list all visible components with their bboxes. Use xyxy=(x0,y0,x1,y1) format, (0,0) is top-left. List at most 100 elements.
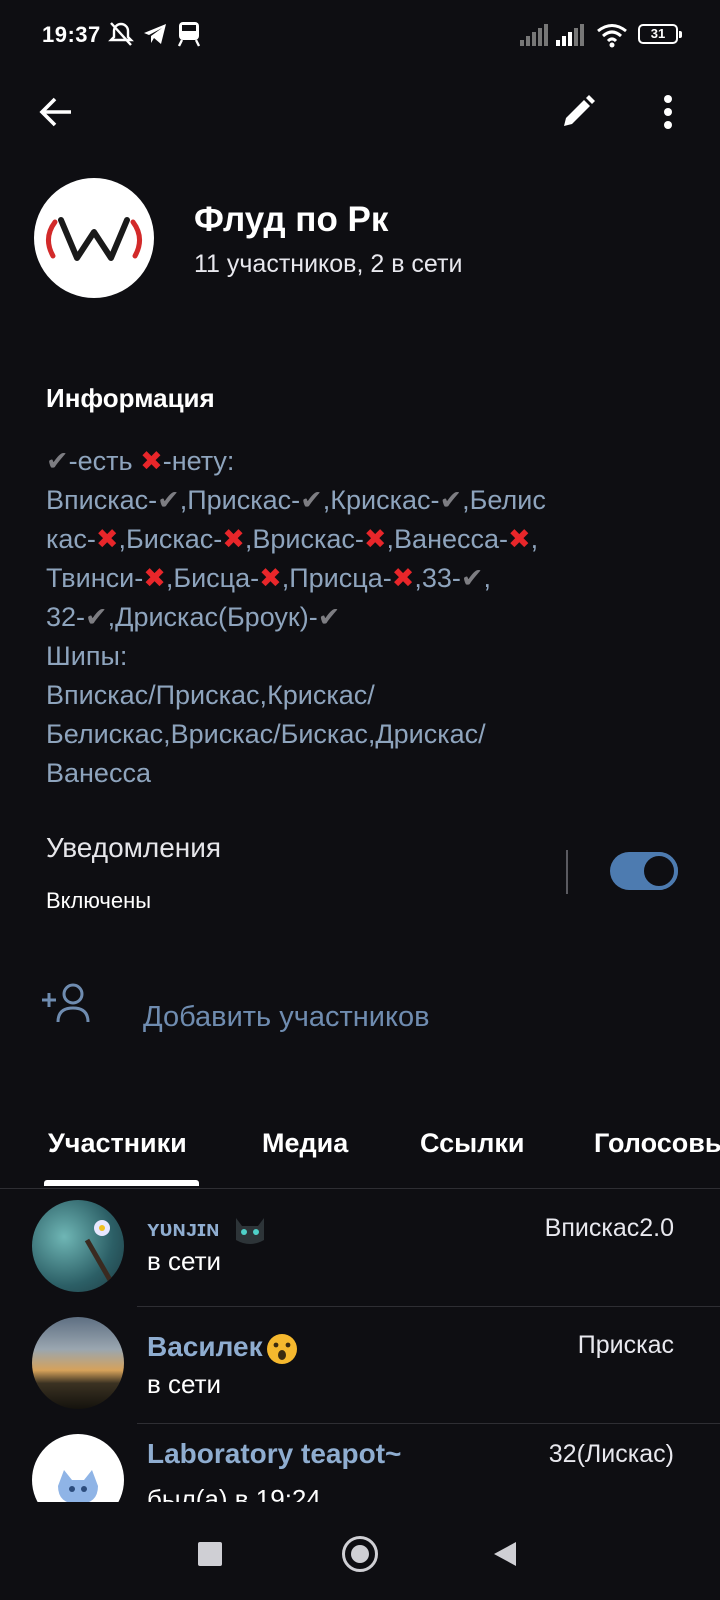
tab-links[interactable]: Ссылки xyxy=(420,1128,524,1159)
member-role: Прискас xyxy=(577,1331,674,1359)
battery-indicator: 31 xyxy=(638,24,682,44)
check-mark-icon: ✔ xyxy=(439,485,463,515)
check-mark-icon: ✔ xyxy=(460,563,484,593)
group-subtitle: 11 участников, 2 в сети xyxy=(194,250,463,278)
check-mark-icon: ✔ xyxy=(85,602,108,632)
info-text-segment: ,Белис xyxy=(462,485,546,515)
member-row-3[interactable]: Laboratory teapot~ был(а) в 19:24 32(Лис… xyxy=(0,1424,720,1504)
member-row-1[interactable]: ʏᴜɴᴊɪɴ в сети Впискас2.0 xyxy=(0,1190,720,1307)
group-logo-icon xyxy=(46,217,142,261)
group-avatar[interactable] xyxy=(34,178,154,298)
member-avatar xyxy=(32,1317,124,1409)
edit-button[interactable] xyxy=(552,86,604,138)
surprised-face-emoji xyxy=(265,1332,299,1366)
info-text-segment: -нету: xyxy=(162,446,235,476)
member-name: Laboratory teapot~ xyxy=(147,1438,402,1469)
info-text-segment: ,Присца- xyxy=(281,563,392,593)
info-line: Ванесса xyxy=(46,754,686,793)
tab-media[interactable]: Медиа xyxy=(262,1128,348,1159)
info-text-segment: Твинси- xyxy=(46,563,144,593)
check-mark-icon: ✔ xyxy=(317,602,341,632)
info-text-segment: ,Дрискас(Броук)- xyxy=(107,602,318,632)
info-text-segment: ,Ванесса- xyxy=(386,524,509,554)
tab-members[interactable]: Участники xyxy=(48,1128,187,1159)
info-text-segment: кас- xyxy=(46,524,96,554)
mute-alarm-icon xyxy=(108,20,134,53)
info-text-segment: ,33- xyxy=(414,563,461,593)
info-line: Твинси-✖,Бисца-✖,Присца-✖,33-✔, xyxy=(46,559,686,598)
info-text-segment: 32- xyxy=(46,602,86,632)
info-text-segment: ,Бискас- xyxy=(118,524,223,554)
more-vertical-icon xyxy=(664,95,672,129)
home-dot xyxy=(351,1545,369,1563)
check-mark-icon: ✔ xyxy=(46,446,69,476)
group-info-screen: 19:37 31 Флуд по Рк 11 участников, 2 в с… xyxy=(0,0,720,1600)
member-name: Василек xyxy=(147,1331,299,1366)
info-text-segment: Шипы: xyxy=(46,641,128,671)
pencil-icon xyxy=(564,95,595,126)
back-button[interactable] xyxy=(30,86,82,138)
cross-mark-icon: ✖ xyxy=(222,524,245,554)
cross-mark-icon: ✖ xyxy=(363,524,387,554)
member-status: в сети xyxy=(147,1369,222,1399)
cross-mark-icon: ✖ xyxy=(95,524,119,554)
signal-icon xyxy=(520,24,550,51)
notifications-label[interactable]: Уведомления xyxy=(46,832,221,864)
member-row-2[interactable]: Василек в сети Прискас xyxy=(0,1307,720,1424)
member-avatar xyxy=(32,1200,124,1292)
info-text-segment: ,Крискас- xyxy=(322,485,440,515)
home-button[interactable] xyxy=(342,1536,378,1572)
train-icon xyxy=(176,20,202,53)
info-text-segment: Впискас- xyxy=(46,485,158,515)
toggle-knob xyxy=(640,852,678,890)
tab-voice[interactable]: Голосовые xyxy=(594,1128,720,1159)
member-role: Впискас2.0 xyxy=(544,1214,674,1242)
info-heading: Информация xyxy=(46,383,215,413)
back-nav-button[interactable] xyxy=(492,1540,518,1568)
tabs-divider xyxy=(0,1188,720,1189)
more-button[interactable] xyxy=(648,86,688,138)
system-nav-bar xyxy=(0,1502,720,1600)
group-title: Флуд по Рк xyxy=(194,200,389,239)
info-line: 32-✔,Дрискас(Броук)-✔ xyxy=(46,598,686,637)
notifications-toggle[interactable] xyxy=(610,852,678,890)
info-text-segment: Белискас,Врискас/Бискас,Дрискас/ xyxy=(46,719,486,749)
info-line: Впискас-✔,Прискас-✔,Крискас-✔,Белис xyxy=(46,481,686,520)
member-status: был(а) в 19:24 xyxy=(147,1484,321,1504)
divider xyxy=(566,850,568,894)
check-mark-icon: ✔ xyxy=(300,485,323,515)
cat-sticker-icon xyxy=(232,1212,268,1248)
info-text-segment: ,Бисца- xyxy=(165,563,260,593)
cross-mark-icon: ✖ xyxy=(508,524,531,554)
cross-mark-icon: ✖ xyxy=(140,446,163,476)
group-description[interactable]: ✔-есть ✖-нету: Впискас-✔,Прискас-✔,Криска… xyxy=(46,442,686,793)
info-line: кас-✖,Бискас-✖,Врискас-✖,Ванесса-✖, xyxy=(46,520,686,559)
member-avatar xyxy=(32,1434,124,1504)
info-text-segment: -есть xyxy=(68,446,141,476)
add-person-icon xyxy=(40,980,92,1029)
info-text-segment: ,Врискас- xyxy=(244,524,364,554)
info-text-segment: , xyxy=(483,563,492,593)
cross-mark-icon: ✖ xyxy=(391,563,415,593)
info-line: ✔-есть ✖-нету: xyxy=(46,442,686,481)
info-text-segment: Впискас/Прискас,Крискас/ xyxy=(46,680,375,710)
cross-mark-icon: ✖ xyxy=(143,563,166,593)
status-bar: 19:37 31 xyxy=(0,0,720,70)
info-text-segment: ,Прискас- xyxy=(179,485,301,515)
info-line: Шипы: xyxy=(46,637,686,676)
active-tab-indicator xyxy=(44,1180,199,1186)
member-name: ʏᴜɴᴊɪɴ xyxy=(147,1212,268,1248)
info-line: Белискас,Врискас/Бискас,Дрискас/ xyxy=(46,715,686,754)
telegram-icon xyxy=(142,20,168,53)
member-status: в сети xyxy=(147,1246,222,1276)
signal-icon-2 xyxy=(556,24,586,51)
notifications-value: Включены xyxy=(46,888,152,913)
member-role: 32(Лискас) xyxy=(548,1440,674,1468)
info-text-segment: , xyxy=(530,524,539,554)
wifi-icon xyxy=(596,22,628,53)
status-time: 19:37 xyxy=(42,22,101,47)
info-text-segment: Ванесса xyxy=(46,758,151,788)
add-members-label[interactable]: Добавить участников xyxy=(143,1001,430,1034)
cross-mark-icon: ✖ xyxy=(259,563,282,593)
recents-button[interactable] xyxy=(198,1542,222,1566)
